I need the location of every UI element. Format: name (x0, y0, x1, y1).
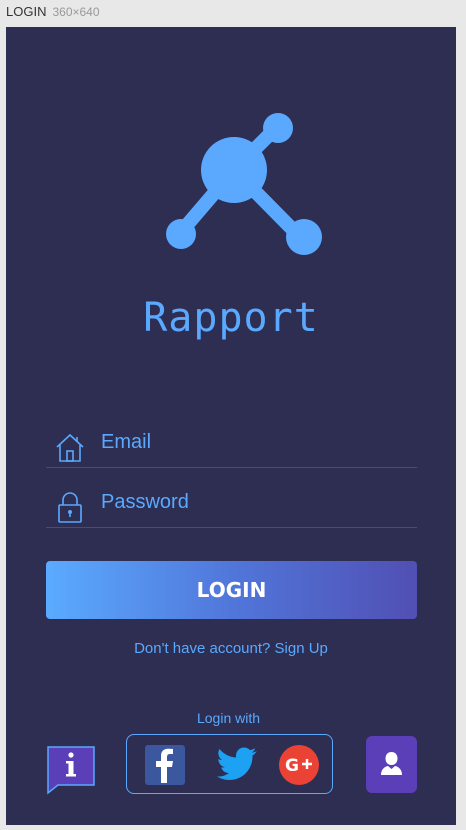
profile-button[interactable] (366, 736, 417, 793)
app-name: Rapport (143, 295, 319, 341)
frame-title: LOGIN (6, 4, 47, 19)
signup-link[interactable]: Don't have account? Sign Up (6, 640, 456, 657)
login-button[interactable]: LOGIN (46, 561, 417, 619)
login-with-label: Login with (196, 710, 261, 726)
lock-icon (58, 492, 82, 523)
frame-dimensions: 360×640 (52, 5, 100, 19)
password-placeholder: Password (101, 491, 189, 513)
home-icon (56, 433, 84, 462)
molecule-network-icon (166, 113, 322, 255)
info-icon[interactable] (46, 743, 96, 795)
email-field[interactable]: Email (46, 427, 417, 468)
password-field[interactable]: Password (46, 487, 417, 528)
email-placeholder: Email (101, 431, 152, 453)
frame-title-bar: LOGIN 360×640 (6, 4, 100, 22)
google-plus-icon[interactable]: G (279, 745, 319, 785)
svg-text:G: G (285, 756, 299, 776)
user-icon (381, 752, 402, 775)
social-login-group: G (126, 734, 333, 794)
login-screen: Rapport Email Password LOGIN Don't have … (6, 27, 456, 825)
twitter-icon[interactable] (217, 746, 257, 782)
facebook-icon[interactable] (145, 745, 185, 785)
